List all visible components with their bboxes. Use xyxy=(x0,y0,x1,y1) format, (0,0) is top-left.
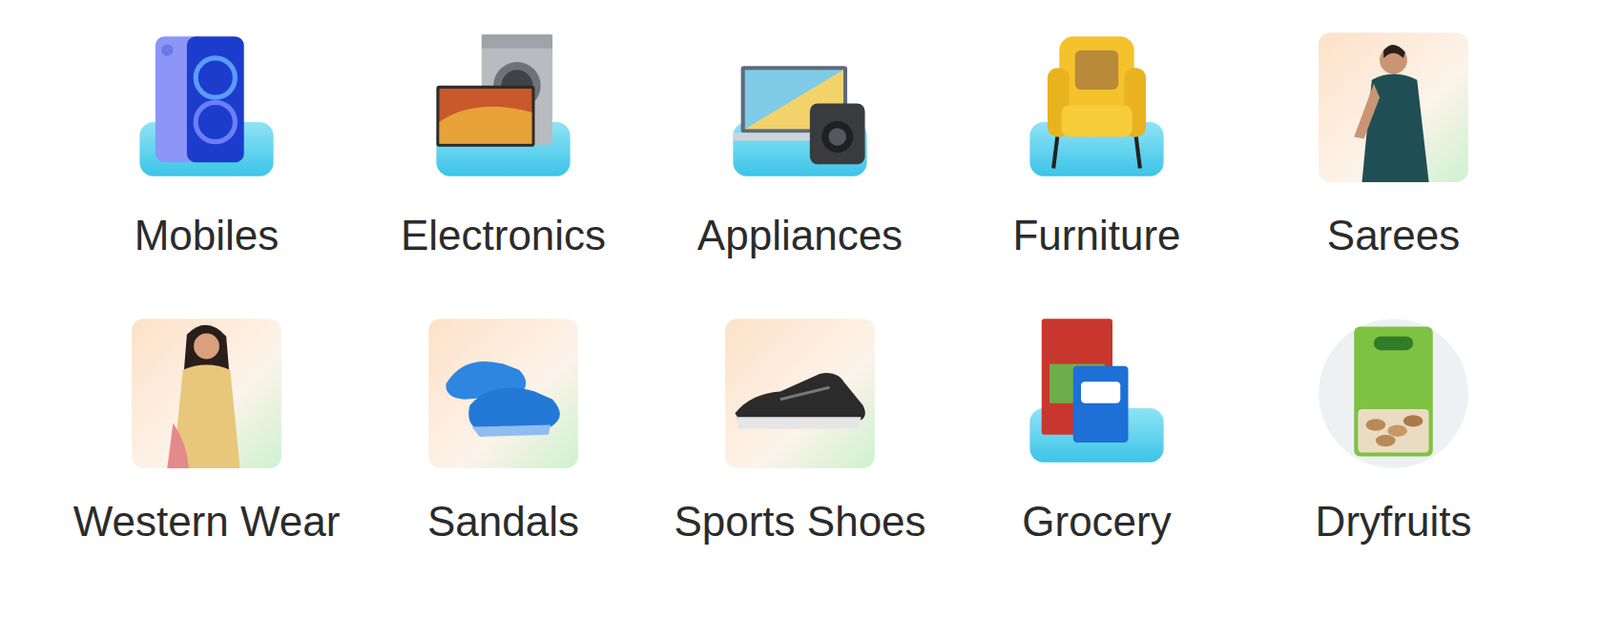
category-image-icon xyxy=(424,28,582,187)
category-label[interactable]: Sports Shoes xyxy=(673,493,926,551)
category-image-icon xyxy=(424,314,582,473)
category-item[interactable]: Sarees xyxy=(1245,28,1542,315)
category-label[interactable]: Mobiles xyxy=(134,207,280,265)
category-label[interactable]: Dryfruits xyxy=(1315,493,1473,551)
category-item[interactable]: Electronics xyxy=(354,28,652,315)
category-image-icon xyxy=(721,28,879,187)
category-grid: Mobiles Electronics Appliances Furniture… xyxy=(0,0,1600,639)
category-label[interactable]: Electronics xyxy=(400,207,606,265)
category-image-icon xyxy=(127,28,286,187)
category-item[interactable]: Sports Shoes xyxy=(651,314,949,602)
category-image-icon xyxy=(1314,28,1473,187)
category-image-icon xyxy=(1314,314,1473,473)
category-label[interactable]: Furniture xyxy=(1012,207,1181,265)
category-item[interactable]: Dryfruits xyxy=(1245,314,1542,602)
category-item[interactable]: Western Wear xyxy=(58,314,355,602)
category-label[interactable]: Western Wear xyxy=(73,493,341,551)
category-label[interactable]: Sarees xyxy=(1327,207,1460,265)
category-label[interactable]: Grocery xyxy=(1021,493,1171,551)
category-image-icon xyxy=(1018,314,1176,473)
category-label[interactable]: Sandals xyxy=(427,493,580,551)
category-item[interactable]: Sandals xyxy=(354,314,652,602)
category-item[interactable]: Furniture xyxy=(948,28,1246,315)
category-item[interactable]: Mobiles xyxy=(58,28,355,315)
category-image-icon xyxy=(721,314,879,473)
category-item[interactable]: Grocery xyxy=(948,314,1246,602)
category-item[interactable]: Appliances xyxy=(651,28,949,315)
category-image-icon xyxy=(1018,28,1176,187)
category-label[interactable]: Appliances xyxy=(697,207,903,265)
category-image-icon xyxy=(127,314,286,473)
